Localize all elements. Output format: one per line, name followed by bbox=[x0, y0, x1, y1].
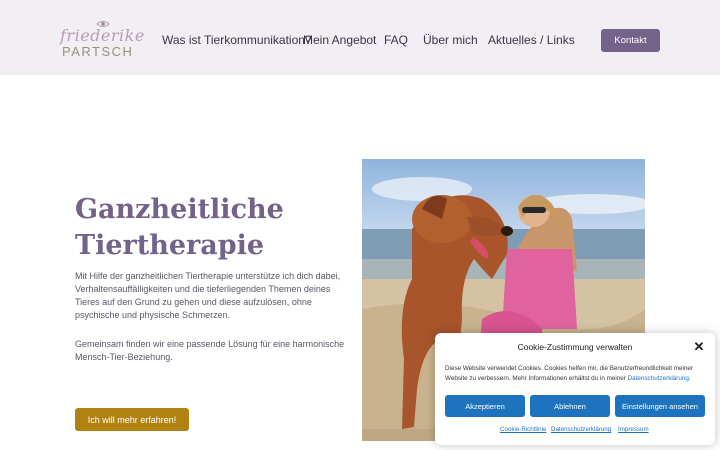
hero-paragraph-2: Gemeinsam finden wir eine passende Lösun… bbox=[75, 339, 345, 362]
imprint-link[interactable]: Impressum bbox=[618, 426, 649, 433]
contact-button[interactable]: Kontakt bbox=[601, 29, 660, 52]
decline-cookies-button[interactable]: Ablehnen bbox=[530, 395, 610, 417]
cookie-privacy-link[interactable]: Datenschutzerklärung bbox=[628, 375, 689, 382]
hero-title-line1: Ganzheitliche bbox=[75, 194, 284, 225]
cookie-policy-link[interactable]: Cookie-Richtlinie bbox=[500, 426, 546, 433]
hero-paragraph-1: Mit Hilfe der ganzheitlichen Tiertherapi… bbox=[75, 271, 341, 320]
privacy-policy-link[interactable]: Datenschutzerklärung bbox=[551, 426, 611, 433]
cookie-description: Diese Website verwendet Cookies. Cookies… bbox=[445, 364, 707, 383]
cookie-consent-banner: Cookie-Zustimmung verwalten ✕ Diese Webs… bbox=[435, 333, 715, 445]
nav-item-faq[interactable]: FAQ bbox=[384, 33, 408, 47]
logo[interactable]: friederike PARTSCH bbox=[58, 20, 144, 62]
cookie-text-end: . bbox=[688, 374, 691, 382]
nav-item-ueber-mich[interactable]: Über mich bbox=[423, 33, 478, 47]
hero-title-line2: Tiertherapie bbox=[75, 230, 265, 261]
nav-item-aktuelles[interactable]: Aktuelles / Links bbox=[488, 33, 575, 47]
accept-cookies-button[interactable]: Akzeptieren bbox=[445, 395, 525, 417]
site-header: friederike PARTSCH Was ist Tierkommunika… bbox=[0, 0, 720, 75]
hero-title: Ganzheitliche Tiertherapie bbox=[75, 192, 345, 264]
logo-script-text: friederike bbox=[60, 26, 145, 45]
cookie-title: Cookie-Zustimmung verwalten bbox=[517, 342, 633, 352]
nav-item-angebot[interactable]: Mein Angebot bbox=[303, 33, 376, 47]
cookie-settings-button[interactable]: Einstellungen ansehen bbox=[615, 395, 705, 417]
nav-item-tierkommunikation[interactable]: Was ist Tierkommunikation? bbox=[162, 33, 312, 47]
logo-name-text: PARTSCH bbox=[62, 44, 134, 59]
close-icon[interactable]: ✕ bbox=[693, 340, 705, 353]
learn-more-button[interactable]: Ich will mehr erfahren! bbox=[75, 408, 189, 431]
